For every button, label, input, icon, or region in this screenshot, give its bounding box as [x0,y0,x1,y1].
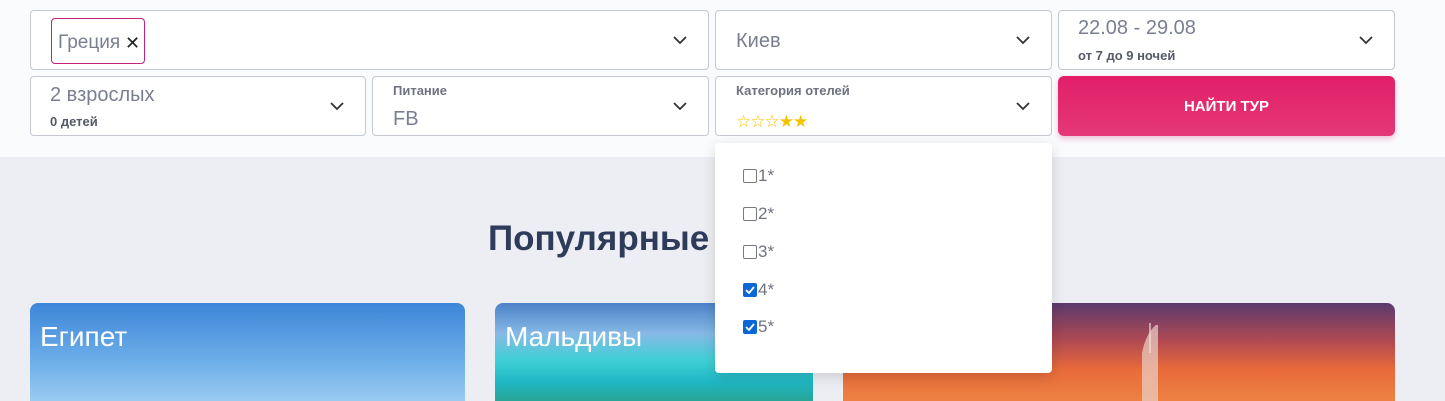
meal-select[interactable]: Питание FB [372,76,709,136]
hotel-category-select[interactable]: Категория отелей ☆☆☆★★ [715,76,1052,136]
checkmark-icon [745,286,755,294]
close-icon[interactable]: ✕ [125,33,140,54]
checkbox-checked[interactable] [743,283,757,297]
date-range: 22.08 - 29.08 [1078,17,1196,39]
option-label: 4* [758,280,775,299]
adults-value: 2 взрослых [50,84,155,106]
destination-card-egypt[interactable]: Египет [30,303,465,401]
meal-label: Питание [393,83,448,98]
destination-select[interactable]: Греция ✕ [30,10,709,70]
checkbox[interactable] [743,207,757,221]
burj-al-arab-image [1142,323,1158,401]
checkmark-icon [745,323,755,331]
checkbox[interactable] [743,245,757,259]
popular-heading: Популярные [488,219,710,258]
hotel-category-dropdown: 1* 2* 3* 4* 5* [715,143,1052,373]
star-rating-icon: ☆☆☆★★ [736,112,808,131]
departure-value: Киев [736,30,781,52]
destination-tag-label: Греция [58,32,121,53]
chevron-down-icon[interactable] [329,101,345,111]
option-label: 1* [758,166,775,185]
chevron-down-icon[interactable] [1015,101,1031,111]
children-value: 0 детей [50,114,98,129]
chevron-down-icon[interactable] [1015,35,1031,45]
departure-select[interactable]: Киев [715,10,1052,70]
option-label: 3* [758,242,775,261]
guests-select[interactable]: 2 взрослых 0 детей [30,76,366,136]
checkbox-checked[interactable] [743,320,757,334]
meal-value: FB [393,108,419,130]
option-label: 5* [758,317,775,336]
chevron-down-icon[interactable] [1358,35,1374,45]
nights-range: от 7 до 9 ночей [1078,48,1176,63]
search-bar: Греция ✕ Киев 22.08 - 29.08 от 7 до 9 но… [0,0,1445,157]
chevron-down-icon[interactable] [672,101,688,111]
find-tour-button[interactable]: НАЙТИ ТУР [1058,76,1395,136]
category-option[interactable]: 5* [743,317,774,337]
chevron-down-icon[interactable] [672,35,688,45]
option-label: 2* [758,204,775,223]
checkbox[interactable] [743,169,757,183]
hotel-category-label: Категория отелей [736,83,850,98]
card-title: Египет [40,321,128,352]
category-option[interactable]: 3* [743,242,774,262]
card-title: Мальдивы [505,321,643,352]
category-option[interactable]: 4* [743,280,774,300]
destination-tag: Греция ✕ [51,18,145,64]
dates-select[interactable]: 22.08 - 29.08 от 7 до 9 ночей [1058,10,1395,70]
category-option[interactable]: 2* [743,204,774,224]
category-option[interactable]: 1* [743,166,774,186]
